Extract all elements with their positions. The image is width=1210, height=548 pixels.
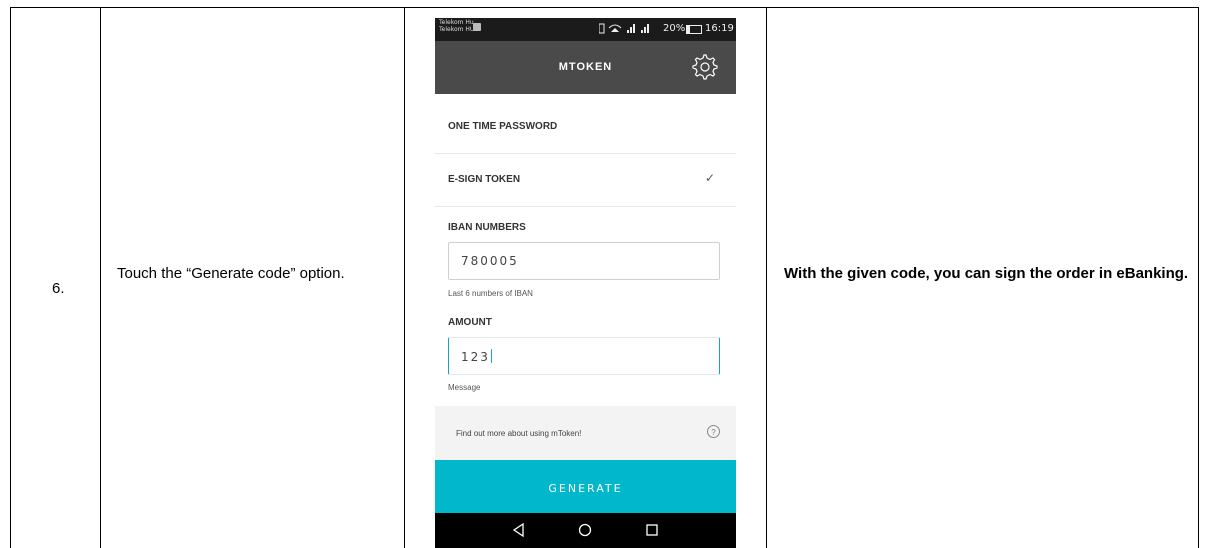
iban-value: 780005 bbox=[461, 254, 519, 268]
notification-icon bbox=[473, 23, 481, 31]
text-caret bbox=[490, 349, 492, 363]
table-border-left bbox=[10, 7, 11, 548]
amount-label: AMOUNT bbox=[448, 317, 492, 328]
step-instruction: Touch the “Generate code” option. bbox=[117, 265, 345, 282]
status-clock: 16:19 bbox=[705, 23, 734, 34]
step-number: 6. bbox=[52, 280, 65, 297]
instruction-table: 6. Touch the “Generate code” option. Wit… bbox=[0, 0, 1210, 548]
back-icon[interactable] bbox=[511, 522, 527, 538]
generate-button-label: GENERATE bbox=[548, 482, 623, 495]
help-icon[interactable]: ? bbox=[707, 425, 720, 438]
step-result-note: With the given code, you can sign the or… bbox=[784, 265, 1189, 282]
amount-text: 123 bbox=[461, 350, 490, 364]
iban-label: IBAN NUMBERS bbox=[448, 222, 526, 233]
iban-input[interactable]: 780005 bbox=[448, 242, 720, 280]
app-bar: MTOKEN bbox=[435, 41, 736, 94]
battery-percent: 20% bbox=[663, 23, 686, 34]
gear-icon[interactable] bbox=[691, 53, 719, 81]
menu-item-label: E-SIGN TOKEN bbox=[448, 174, 521, 185]
phone-screenshot: Telekom Hu... Telekom HU 20% 16:19 MTOKE… bbox=[435, 18, 736, 548]
table-border-right bbox=[1198, 7, 1199, 548]
info-link[interactable]: Find out more about using mToken! bbox=[456, 429, 581, 438]
android-nav-bar bbox=[435, 513, 736, 548]
table-border-col1 bbox=[100, 7, 101, 548]
table-border-col3 bbox=[766, 7, 767, 548]
amount-value: 123 bbox=[461, 349, 492, 364]
checkmark-icon: ✓ bbox=[705, 171, 716, 185]
generate-button[interactable]: GENERATE bbox=[435, 460, 736, 513]
amount-hint: Message bbox=[448, 383, 481, 392]
amount-input[interactable]: 123 bbox=[448, 337, 720, 375]
table-top-border bbox=[10, 7, 1199, 8]
info-row[interactable]: Find out more about using mToken! ? bbox=[435, 406, 736, 460]
table-border-col2 bbox=[404, 7, 405, 548]
menu-item-e-sign-token[interactable]: E-SIGN TOKEN ✓ bbox=[435, 153, 736, 207]
battery-level bbox=[687, 26, 690, 33]
home-icon[interactable] bbox=[577, 522, 593, 538]
carrier-name-secondary: Telekom HU bbox=[439, 26, 475, 33]
status-bar: Telekom Hu... Telekom HU 20% 16:19 bbox=[435, 18, 736, 41]
iban-hint: Last 6 numbers of IBAN bbox=[448, 289, 533, 298]
signal-icon bbox=[598, 23, 657, 37]
menu-item-label: ONE TIME PASSWORD bbox=[448, 121, 558, 132]
menu-item-one-time-password[interactable]: ONE TIME PASSWORD bbox=[435, 100, 736, 154]
recents-icon[interactable] bbox=[644, 522, 660, 538]
battery-icon bbox=[686, 25, 702, 34]
